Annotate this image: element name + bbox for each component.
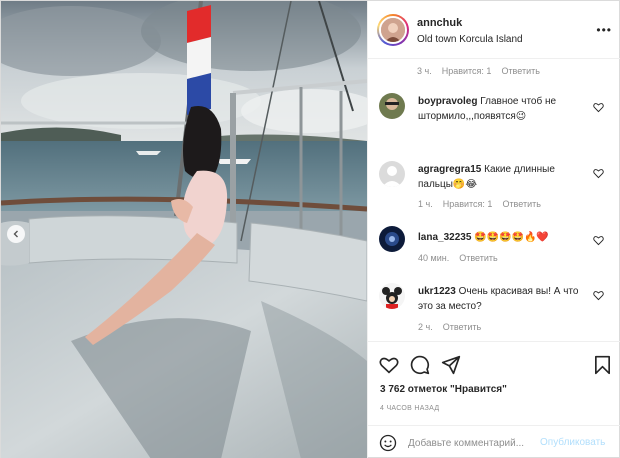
comment-message: 🤩🤩🤩🤩🔥❤️ bbox=[474, 232, 549, 243]
comment-username[interactable]: boypravoleg bbox=[418, 96, 477, 107]
commenter-avatar[interactable] bbox=[379, 93, 405, 119]
like-comment-heart-icon[interactable] bbox=[593, 235, 604, 246]
publish-button[interactable]: Опубликовать bbox=[540, 437, 605, 448]
post-actions: 3 762 отметок "Нравится" 4 ЧАСОВ НАЗАД bbox=[368, 341, 620, 431]
like-comment-heart-icon[interactable] bbox=[593, 168, 604, 179]
comment-username[interactable]: lana_32235 bbox=[418, 232, 471, 243]
comment-text: ukr1223 Очень красивая вы! А что это за … bbox=[418, 284, 590, 314]
avatar-image bbox=[381, 18, 405, 42]
photo-illustration bbox=[1, 1, 367, 458]
post-side-panel: annchuk Old town Korcula Island ••• 3 ч.… bbox=[367, 1, 620, 458]
chevron-left-icon bbox=[13, 230, 18, 238]
comment-meta: 40 мин. Ответить bbox=[418, 253, 498, 263]
comment-time[interactable]: 2 ч. bbox=[418, 322, 433, 332]
comment-username[interactable]: ukr1223 bbox=[418, 286, 456, 297]
carousel-prev-button[interactable] bbox=[7, 225, 25, 243]
comment-meta: 1 ч. Нравится: 1 Ответить bbox=[418, 199, 541, 209]
comments-list: 3 ч. Нравится: 1 Ответить boypravoleg Гл… bbox=[368, 59, 620, 341]
comment-time[interactable]: 40 мин. bbox=[418, 253, 449, 263]
commenter-avatar[interactable] bbox=[379, 161, 405, 187]
comment-reply-button[interactable]: Ответить bbox=[459, 253, 497, 263]
bookmark-icon[interactable] bbox=[594, 355, 611, 375]
comment-input[interactable] bbox=[408, 435, 538, 451]
comment-meta: 2 ч. Ответить bbox=[418, 322, 481, 332]
comment-reply-button[interactable]: Ответить bbox=[502, 199, 540, 209]
post-dialog: annchuk Old town Korcula Island ••• 3 ч.… bbox=[0, 0, 620, 458]
post-photo[interactable] bbox=[1, 1, 367, 458]
comment-time[interactable]: 1 ч. bbox=[418, 199, 433, 209]
avatar-image bbox=[379, 283, 405, 309]
caption-reply-button[interactable]: Ответить bbox=[501, 66, 539, 76]
comment-text: boypravoleg Главное чтоб не штормило,,,п… bbox=[418, 94, 590, 124]
likes-count[interactable]: 3 762 отметок "Нравится" bbox=[380, 384, 507, 395]
post-location[interactable]: Old town Korcula Island bbox=[417, 34, 523, 45]
author-username[interactable]: annchuk bbox=[417, 17, 462, 29]
post-header: annchuk Old town Korcula Island ••• bbox=[368, 1, 620, 59]
author-avatar[interactable] bbox=[377, 14, 409, 46]
comment-icon[interactable] bbox=[410, 355, 430, 375]
emoji-smile-icon[interactable] bbox=[379, 434, 397, 452]
caption-likes[interactable]: Нравится: 1 bbox=[442, 66, 492, 76]
commenter-avatar[interactable] bbox=[379, 283, 405, 309]
post-timestamp[interactable]: 4 ЧАСОВ НАЗАД bbox=[380, 405, 439, 412]
more-options-icon[interactable]: ••• bbox=[596, 23, 612, 37]
comment-text: lana_32235 🤩🤩🤩🤩🔥❤️ bbox=[418, 230, 590, 245]
avatar-image bbox=[379, 226, 405, 252]
add-comment-bar: Опубликовать bbox=[368, 425, 620, 458]
comment-text: agragregra15 Какие длинные пальцы🤭😂 bbox=[418, 162, 590, 192]
heart-icon[interactable] bbox=[379, 356, 399, 374]
avatar-image bbox=[379, 93, 405, 119]
share-icon[interactable] bbox=[441, 355, 461, 375]
like-comment-heart-icon[interactable] bbox=[593, 102, 604, 113]
comment-likes[interactable]: Нравится: 1 bbox=[443, 199, 493, 209]
like-comment-heart-icon[interactable] bbox=[593, 290, 604, 301]
commenter-avatar[interactable] bbox=[379, 226, 405, 252]
default-avatar-icon bbox=[379, 161, 405, 187]
caption-time[interactable]: 3 ч. bbox=[417, 66, 432, 76]
caption-meta: 3 ч. Нравится: 1 Ответить bbox=[417, 66, 540, 76]
comment-reply-button[interactable]: Ответить bbox=[443, 322, 481, 332]
comment-username[interactable]: agragregra15 bbox=[418, 164, 481, 175]
